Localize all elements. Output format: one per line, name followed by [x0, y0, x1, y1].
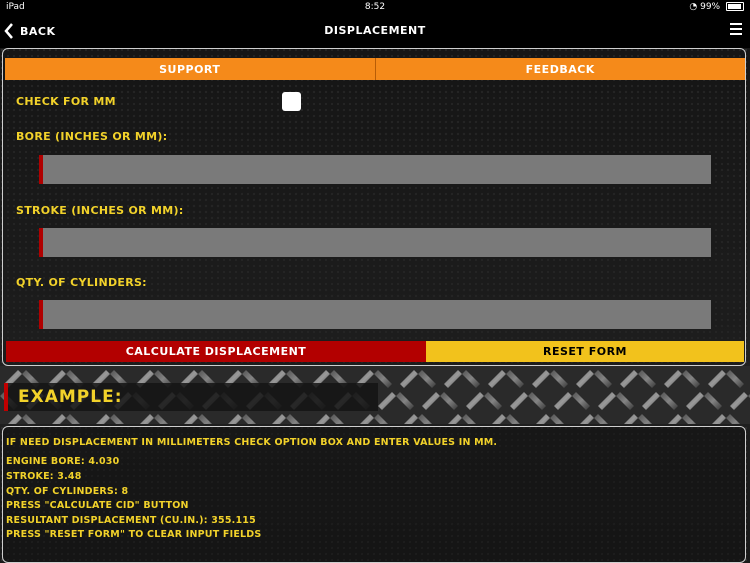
bore-input[interactable] — [39, 155, 711, 184]
battery-percent: 99% — [700, 2, 721, 12]
mm-checkbox[interactable] — [282, 92, 301, 111]
nav-bar: BACK DISPLACEMENT — [0, 14, 750, 48]
example-line: QTY. OF CYLINDERS: 8 — [6, 486, 129, 497]
lock-rotation-icon: ◔ — [689, 2, 698, 12]
cylinders-input[interactable] — [39, 300, 711, 329]
cylinders-label: QTY. OF CYLINDERS: — [16, 276, 147, 289]
status-bar: iPad 8:52 ◔ 99% — [0, 0, 750, 14]
example-line: PRESS "CALCULATE CID" BUTTON — [6, 500, 189, 511]
example-line: ENGINE BORE: 4.030 — [6, 456, 120, 467]
reset-button[interactable]: RESET FORM — [426, 341, 744, 362]
battery-icon — [726, 2, 744, 11]
top-button-bar: SUPPORT FEEDBACK — [5, 58, 745, 80]
bore-label: BORE (INCHES OR MM): — [16, 130, 168, 143]
clock: 8:52 — [364, 2, 386, 12]
calculate-button[interactable]: CALCULATE DISPLACEMENT — [6, 341, 426, 362]
support-button[interactable]: SUPPORT — [5, 58, 376, 80]
status-right: ◔ 99% — [689, 2, 744, 12]
stroke-label: STROKE (INCHES OR MM): — [16, 204, 184, 217]
action-buttons: CALCULATE DISPLACEMENT RESET FORM — [6, 341, 744, 362]
example-line: STROKE: 3.48 — [6, 471, 82, 482]
menu-icon[interactable] — [730, 23, 742, 37]
feedback-button[interactable]: FEEDBACK — [375, 58, 745, 80]
example-heading: EXAMPLE: — [4, 383, 378, 411]
check-mm-label: CHECK FOR MM — [16, 95, 116, 108]
page-title: DISPLACEMENT — [324, 24, 426, 37]
example-line: PRESS "RESET FORM" TO CLEAR INPUT FIELDS — [6, 529, 262, 540]
example-line: IF NEED DISPLACEMENT IN MILLIMETERS CHEC… — [6, 437, 498, 448]
stroke-input[interactable] — [39, 228, 711, 257]
example-line: RESULTANT DISPLACEMENT (CU.IN.): 355.115 — [6, 515, 256, 526]
